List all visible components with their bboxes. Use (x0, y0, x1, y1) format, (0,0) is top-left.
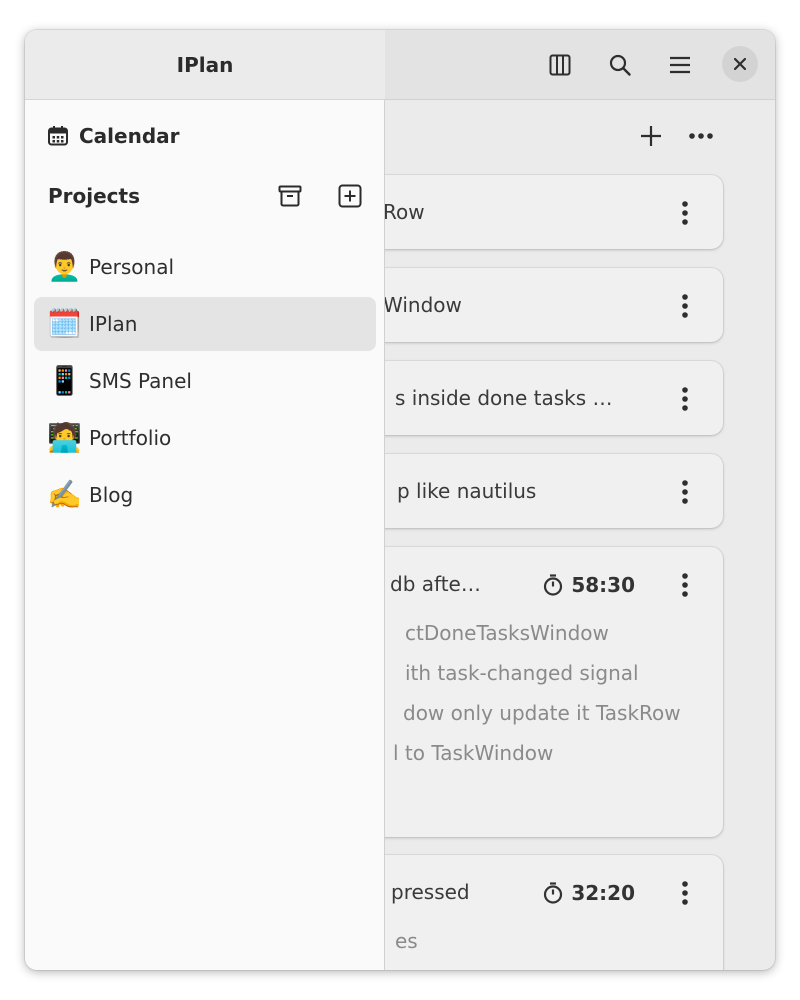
task-menu-button[interactable] (669, 877, 701, 909)
close-icon (734, 58, 746, 70)
subtask-item: ctDoneTasksWindow (405, 621, 609, 645)
search-button[interactable] (601, 46, 639, 84)
archive-icon (278, 185, 302, 207)
hamburger-icon (670, 56, 690, 74)
task-menu-button[interactable] (669, 290, 701, 322)
add-square-icon (338, 184, 362, 208)
sidebar-item-calendar[interactable]: Calendar (47, 118, 180, 154)
more-vertical-icon (682, 294, 688, 318)
sidebar-item-project[interactable]: 🧑‍💻 Portfolio (34, 411, 376, 465)
add-project-button[interactable] (332, 178, 368, 214)
task-timer: 58:30 (543, 569, 635, 601)
task-menu-button[interactable] (669, 569, 701, 601)
main-menu-button[interactable] (661, 46, 699, 84)
mobile-phone-icon: 📱 (47, 364, 82, 397)
task-title: Window (383, 293, 462, 317)
subtask-item: dow only update it TaskRow (403, 701, 681, 725)
sidebar-item-project[interactable]: 👨‍🦱 Personal (34, 240, 376, 294)
archive-button[interactable] (272, 178, 308, 214)
project-label: Blog (89, 483, 134, 507)
timer-value: 32:20 (571, 881, 635, 905)
calendar-icon (48, 126, 68, 146)
man-curly-hair-icon: 👨‍🦱 (47, 250, 82, 283)
timer-value: 58:30 (571, 573, 635, 597)
add-task-button[interactable] (631, 116, 671, 156)
task-menu-button[interactable] (669, 383, 701, 415)
sidebar: IPlan Calendar Projects (25, 30, 385, 970)
more-options-button[interactable] (681, 116, 721, 156)
projects-heading: Projects (48, 184, 141, 208)
app-window: Row Window s inside done tasks … p like … (25, 30, 775, 970)
task-menu-button[interactable] (669, 197, 701, 229)
sidebar-item-project[interactable]: 🗓️ IPlan (34, 297, 376, 351)
more-horizontal-icon (689, 133, 713, 139)
more-vertical-icon (682, 387, 688, 411)
spiral-calendar-icon: 🗓️ (47, 307, 82, 340)
sidebar-item-project[interactable]: ✍️ Blog (34, 468, 376, 522)
close-button[interactable] (722, 46, 758, 82)
task-title: pressed (391, 880, 470, 904)
task-title: p like nautilus (397, 479, 537, 503)
project-label: Personal (89, 255, 175, 279)
project-label: SMS Panel (89, 369, 192, 393)
plus-icon (641, 126, 661, 146)
task-title: db afte… (390, 572, 481, 596)
task-title: s inside done tasks … (395, 386, 613, 410)
task-title: Row (383, 200, 425, 224)
stopwatch-icon (544, 882, 563, 904)
subtask-item: l to TaskWindow (393, 741, 554, 765)
project-label: Portfolio (89, 426, 172, 450)
stopwatch-icon (544, 574, 563, 596)
writing-hand-icon: ✍️ (47, 478, 82, 511)
calendar-label: Calendar (79, 124, 180, 148)
subtask-item: ith task-changed signal (405, 661, 639, 685)
task-timer: 32:20 (543, 877, 635, 909)
technologist-icon: 🧑‍💻 (47, 421, 82, 454)
more-vertical-icon (682, 201, 688, 225)
more-vertical-icon (682, 573, 688, 597)
subtask-item: es (395, 929, 418, 953)
sidebar-item-project[interactable]: 📱 SMS Panel (34, 354, 376, 408)
task-menu-button[interactable] (669, 476, 701, 508)
sidebar-title: IPlan (25, 30, 385, 100)
columns-icon (549, 54, 571, 76)
search-icon (609, 54, 631, 76)
project-label: IPlan (89, 312, 138, 336)
more-vertical-icon (682, 480, 688, 504)
column-view-button[interactable] (541, 46, 579, 84)
more-vertical-icon (682, 881, 688, 905)
